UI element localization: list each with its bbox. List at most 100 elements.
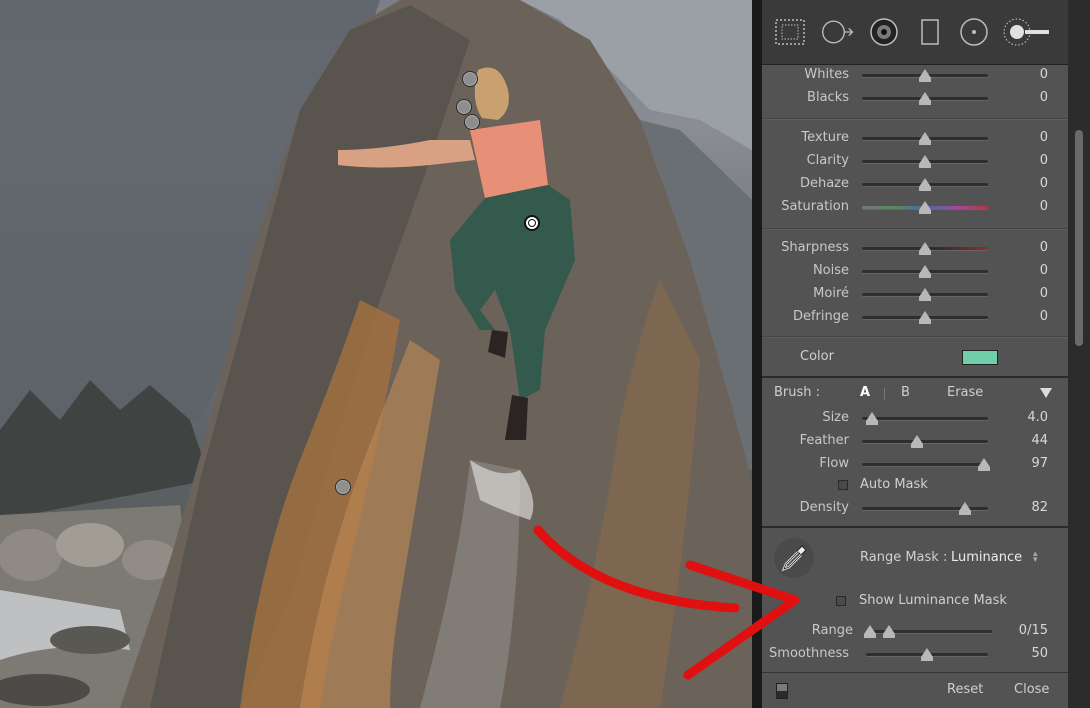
whites-slider-handle[interactable] — [919, 69, 931, 82]
range-row: Range 0/15 — [762, 620, 1068, 642]
smoothness-row: Smoothness 50 — [762, 643, 1068, 665]
smoothness-value: 50 — [1031, 646, 1048, 661]
density-label: Density — [799, 500, 849, 515]
brush-tab-b[interactable]: B — [901, 385, 910, 400]
feather-slider-handle[interactable] — [911, 435, 924, 448]
graduated-filter-icon[interactable] — [912, 14, 948, 50]
sharpness-slider[interactable] — [862, 242, 988, 255]
color-swatch[interactable] — [962, 350, 998, 365]
range-mask-row[interactable]: Range Mask : Luminance ▴ ▾ — [762, 547, 1068, 569]
saturation-row: Saturation 0 — [762, 196, 1068, 218]
moir--slider-handle[interactable] — [919, 288, 931, 301]
panel-scrollbar[interactable] — [1068, 0, 1090, 708]
blacks-value: 0 — [1039, 90, 1048, 105]
tool-strip — [762, 0, 1068, 65]
sharpness-label: Sharpness — [781, 240, 849, 255]
mask-overlay-toggle-icon[interactable] — [776, 683, 788, 699]
adjustment-pin-2[interactable] — [456, 99, 472, 115]
flow-slider[interactable] — [862, 458, 991, 471]
adjustment-panel: Whites 0 Blacks 0 Texture 0 Clarity 0 Dehaze 0 Sat… — [762, 0, 1068, 708]
feather-label: Feather — [799, 433, 849, 448]
whites-label: Whites — [804, 67, 849, 82]
brush-header: Brush : A B Erase — [762, 382, 1068, 404]
show-luminance-mask-checkbox[interactable] — [836, 596, 846, 606]
range-low-handle[interactable] — [863, 625, 876, 638]
saturation-label: Saturation — [781, 199, 849, 214]
whites-slider[interactable] — [862, 69, 988, 82]
moir--label: Moiré — [813, 286, 849, 301]
moir--value: 0 — [1039, 286, 1048, 301]
auto-mask-checkbox[interactable] — [838, 480, 848, 490]
photo-image — [0, 0, 752, 708]
range-high-handle[interactable] — [882, 625, 895, 638]
radial-filter-icon[interactable] — [956, 14, 992, 50]
photo-canvas[interactable] — [0, 0, 752, 708]
range-value: 0/15 — [1018, 623, 1048, 638]
noise-value: 0 — [1039, 263, 1048, 278]
saturation-slider-handle[interactable] — [919, 201, 931, 214]
flow-slider-handle[interactable] — [978, 458, 991, 471]
clarity-row: Clarity 0 — [762, 150, 1068, 172]
defringe-slider[interactable] — [862, 311, 988, 324]
updown-chevron-icon[interactable]: ▴ ▾ — [1033, 550, 1038, 565]
smoothness-label: Smoothness — [769, 646, 849, 661]
feather-value: 44 — [1031, 433, 1048, 448]
saturation-value: 0 — [1039, 199, 1048, 214]
adjustment-pin-5[interactable] — [335, 479, 351, 495]
flow-label: Flow — [819, 456, 849, 471]
smoothness-slider-handle[interactable] — [921, 648, 933, 661]
clarity-slider-handle[interactable] — [919, 155, 931, 168]
range-mask-mode[interactable]: Luminance — [951, 550, 1022, 565]
density-slider[interactable] — [862, 502, 988, 515]
size-slider-handle[interactable] — [866, 412, 879, 425]
section-divider — [762, 526, 1068, 528]
adjustment-brush-icon[interactable] — [1000, 14, 1054, 50]
clarity-slider[interactable] — [862, 155, 988, 168]
spot-removal-icon[interactable] — [820, 14, 856, 50]
noise-slider-handle[interactable] — [919, 265, 931, 278]
blacks-slider[interactable] — [862, 92, 988, 105]
size-row: Size 4.0 — [762, 407, 1068, 429]
sharpness-row: Sharpness 0 — [762, 237, 1068, 259]
clarity-value: 0 — [1039, 153, 1048, 168]
crop-overlay-icon[interactable] — [772, 14, 808, 50]
feather-slider[interactable] — [862, 435, 988, 448]
range-track[interactable] — [863, 625, 992, 638]
footer-divider — [762, 672, 1068, 673]
scrollbar-thumb[interactable] — [1075, 130, 1083, 346]
size-slider[interactable] — [862, 412, 988, 425]
dehaze-slider[interactable] — [862, 178, 988, 191]
section-divider — [762, 376, 1068, 378]
blacks-label: Blacks — [807, 90, 849, 105]
defringe-value: 0 — [1039, 309, 1048, 324]
adjustment-pin-1[interactable] — [462, 71, 478, 87]
close-button[interactable]: Close — [1014, 682, 1049, 697]
collapse-triangle-icon[interactable] — [1040, 388, 1052, 398]
density-row: Density 82 — [762, 497, 1068, 519]
panel-divider — [752, 0, 762, 708]
size-value: 4.0 — [1027, 410, 1048, 425]
dehaze-slider-handle[interactable] — [919, 178, 931, 191]
sharpness-slider-handle[interactable] — [919, 242, 931, 255]
saturation-slider[interactable] — [862, 201, 988, 214]
adjustment-pin-3[interactable] — [464, 114, 480, 130]
sharpness-value: 0 — [1039, 240, 1048, 255]
texture-slider-handle[interactable] — [919, 132, 931, 145]
brush-tab-a[interactable]: A — [860, 385, 870, 400]
brush-erase-tab[interactable]: Erase — [947, 385, 983, 400]
whites-row: Whites 0 — [762, 64, 1068, 86]
texture-slider[interactable] — [862, 132, 988, 145]
density-slider-handle[interactable] — [959, 502, 972, 515]
separator — [762, 336, 1068, 337]
reset-button[interactable]: Reset — [947, 682, 983, 697]
smoothness-slider[interactable] — [866, 648, 988, 661]
defringe-slider-handle[interactable] — [919, 311, 931, 324]
moir--slider[interactable] — [862, 288, 988, 301]
adjustment-pin-active[interactable] — [524, 215, 540, 231]
blacks-slider-handle[interactable] — [919, 92, 931, 105]
tab-separator — [884, 388, 885, 400]
auto-mask-row: Auto Mask — [762, 474, 1068, 496]
noise-row: Noise 0 — [762, 260, 1068, 282]
red-eye-icon[interactable] — [866, 14, 902, 50]
noise-slider[interactable] — [862, 265, 988, 278]
